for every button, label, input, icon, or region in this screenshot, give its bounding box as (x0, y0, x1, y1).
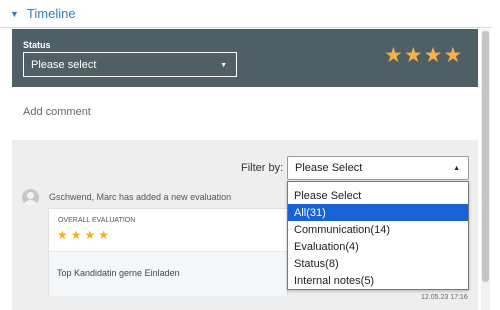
filter-option[interactable]: Please Select (288, 187, 468, 204)
section-title: Timeline (26, 6, 76, 21)
status-select-value: Please select (31, 58, 97, 71)
filter-dropdown-list: Please Select All(31) Communication(14) … (287, 181, 469, 290)
star-icon: ★ (57, 228, 68, 242)
status-select[interactable]: Please select ▼ (23, 52, 237, 77)
add-comment-input[interactable]: Add comment (23, 106, 91, 118)
star-icon[interactable]: ★ (443, 45, 462, 66)
overall-evaluation-label: OVERALL EVALUATION (58, 217, 136, 224)
filter-option[interactable]: Evaluation(4) (288, 238, 468, 255)
evaluation-card: OVERALL EVALUATION ★ ★ ★ ★ Top Kandidati… (48, 208, 288, 296)
filter-select[interactable]: Please Select ▲ (287, 156, 469, 180)
filter-option[interactable]: All(31) (288, 204, 468, 221)
filter-option[interactable]: Communication(14) (288, 221, 468, 238)
user-avatar-icon (22, 189, 39, 206)
scrollbar[interactable] (481, 29, 490, 310)
filter-option[interactable]: Internal notes(5) (288, 272, 468, 289)
entry-text: Gschwend, Marc has added a new evaluatio… (49, 192, 232, 202)
chevron-up-icon: ▲ (453, 165, 460, 172)
star-icon: ★ (70, 228, 82, 242)
star-icon: ★ (98, 228, 110, 242)
scrollbar-thumb[interactable] (482, 31, 489, 282)
entry-timestamp: 12.05.23 17:16 (421, 294, 468, 301)
status-panel: Status Please select ▼ ★ ★ ★ ★ (12, 29, 478, 87)
filter-select-value: Please Select (295, 162, 363, 174)
timeline-header[interactable]: ▼ Timeline (0, 0, 492, 28)
star-icon[interactable]: ★ (384, 45, 403, 66)
star-icon: ★ (84, 228, 96, 242)
caret-down-icon[interactable]: ▼ (10, 9, 19, 19)
filter-label: Filter by: (241, 162, 284, 174)
chevron-down-icon: ▼ (220, 62, 227, 69)
status-label: Status (23, 40, 51, 50)
evaluation-note: Top Kandidatin gerne Einladen (49, 251, 287, 296)
filter-option[interactable]: Status(8) (288, 255, 468, 272)
evaluation-rating: ★ ★ ★ ★ (57, 229, 112, 241)
status-rating[interactable]: ★ ★ ★ ★ (384, 45, 463, 66)
star-icon[interactable]: ★ (404, 45, 423, 66)
star-icon[interactable]: ★ (424, 45, 443, 66)
